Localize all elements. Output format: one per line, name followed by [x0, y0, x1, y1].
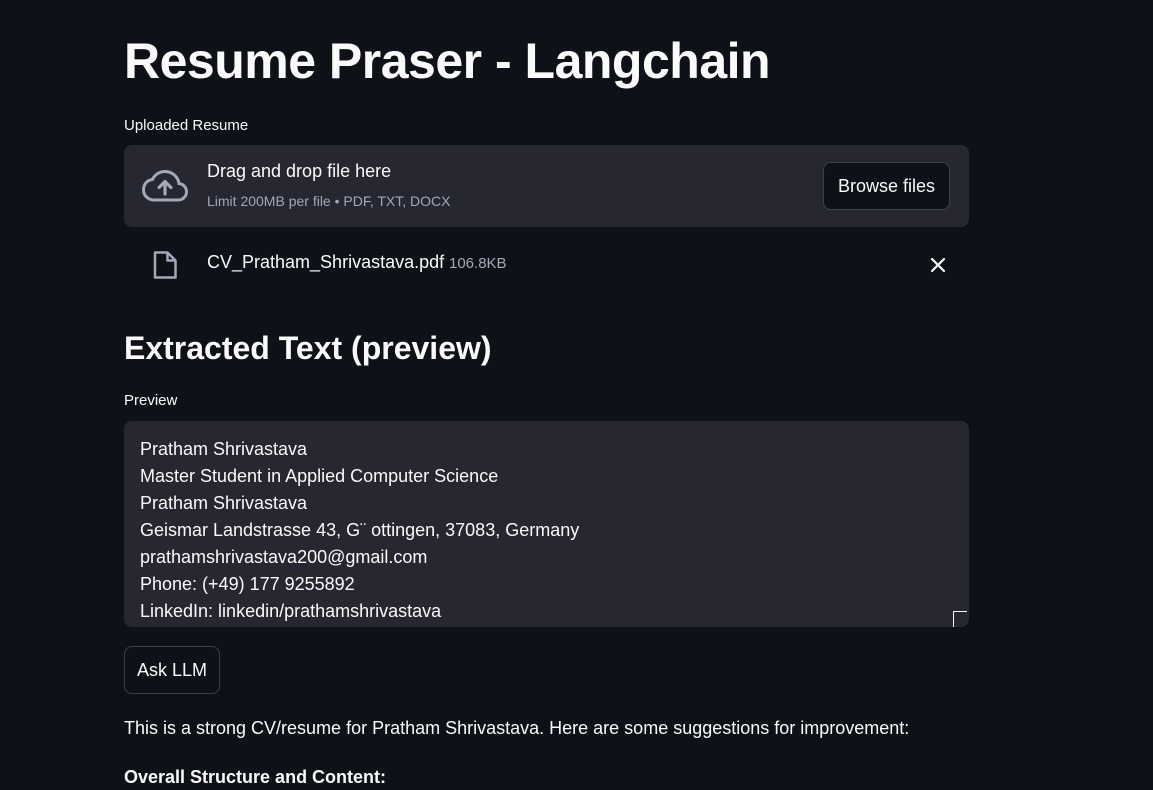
- preview-line: Pratham Shrivastava: [140, 493, 308, 513]
- preview-line: Phone: (+49) 177 9255892: [140, 574, 355, 594]
- browse-files-button[interactable]: Browse files: [823, 162, 950, 210]
- uploaded-file-row: CV_Pratham_Shrivastava.pdf 106.8KB: [124, 245, 969, 285]
- uploaded-file-name: CV_Pratham_Shrivastava.pdf: [207, 252, 445, 272]
- llm-response-section-heading: Overall Structure and Content:: [124, 767, 387, 787]
- llm-response-intro: This is a strong CV/resume for Pratham S…: [124, 718, 910, 738]
- close-icon[interactable]: [928, 255, 948, 275]
- file-icon: [153, 251, 177, 279]
- ask-llm-button[interactable]: Ask LLM: [124, 646, 220, 694]
- preview-line: Geismar Landstrasse 43, G¨ ottingen, 370…: [140, 520, 580, 540]
- preview-line: LinkedIn: linkedin/prathamshrivastava: [140, 601, 442, 621]
- textarea-resize-handle[interactable]: [953, 611, 967, 627]
- dropzone-instruction: Drag and drop file here: [207, 161, 392, 181]
- preview-line: prathamshrivastava200@gmail.com: [140, 547, 428, 567]
- file-dropzone[interactable]: Drag and drop file here Limit 200MB per …: [124, 145, 969, 227]
- preview-line: Pratham Shrivastava: [140, 439, 308, 459]
- cloud-upload-icon: [142, 169, 188, 202]
- dropzone-limit: Limit 200MB per file • PDF, TXT, DOCX: [207, 193, 451, 209]
- uploaded-file-size: 106.8KB: [449, 255, 507, 272]
- preview-label: Preview: [124, 392, 178, 409]
- extracted-text-heading: Extracted Text (preview): [124, 330, 492, 366]
- page-title: Resume Praser - Langchain: [124, 33, 771, 89]
- preview-textarea[interactable]: Pratham Shrivastava Master Student in Ap…: [124, 421, 969, 627]
- uploader-label: Uploaded Resume: [124, 117, 249, 134]
- preview-line: Master Student in Applied Computer Scien…: [140, 466, 499, 486]
